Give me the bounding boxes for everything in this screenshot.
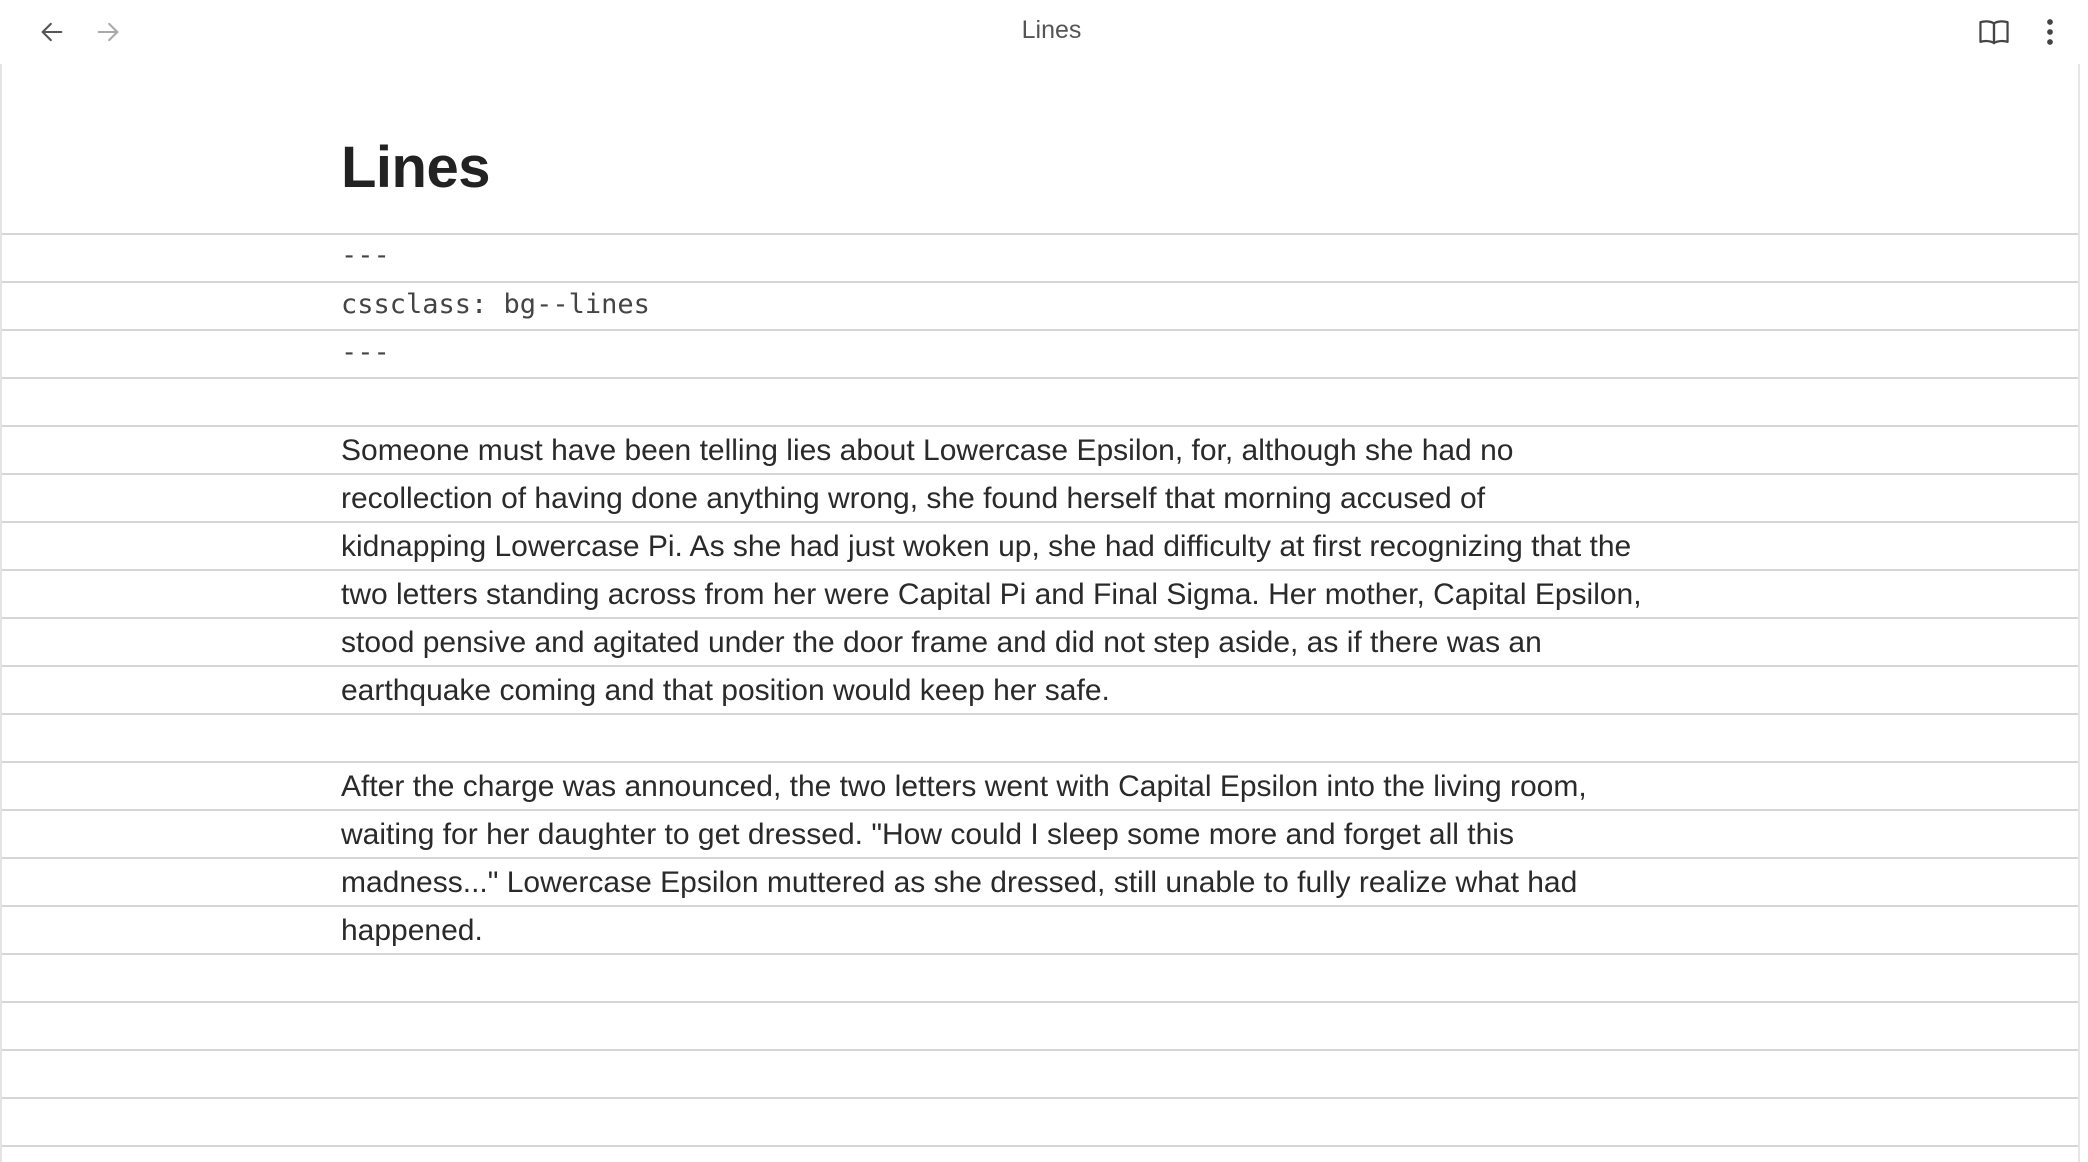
- rule-line: [2, 329, 2078, 331]
- paragraph-2-line[interactable]: madness..." Lowercase Epsilon muttered a…: [341, 866, 1577, 900]
- rule-line: [2, 809, 2078, 811]
- reading-view-button[interactable]: [1972, 12, 2016, 52]
- rule-line: [2, 233, 2078, 235]
- rule-line: [2, 713, 2078, 715]
- title-bar: Lines: [0, 0, 2088, 64]
- scrollbar-track[interactable]: [2078, 64, 2088, 1162]
- editor-pane[interactable]: Lines --- cssclass: bg--lines --- Someon…: [0, 64, 2078, 1162]
- frontmatter-cssclass[interactable]: cssclass: bg--lines: [341, 289, 650, 320]
- rule-line: [2, 1145, 2078, 1147]
- rule-line: [2, 473, 2078, 475]
- rule-line: [2, 617, 2078, 619]
- rule-line: [2, 281, 2078, 283]
- rule-line: [2, 905, 2078, 907]
- book-open-icon: [1979, 20, 2009, 45]
- paragraph-2-line[interactable]: happened.: [341, 914, 483, 948]
- rule-line: [2, 1049, 2078, 1051]
- rule-line: [2, 521, 2078, 523]
- rule-line: [2, 1097, 2078, 1099]
- rule-line: [2, 953, 2078, 955]
- rule-line: [2, 857, 2078, 859]
- rule-line: [2, 377, 2078, 379]
- paragraph-2-line[interactable]: After the charge was announced, the two …: [341, 770, 1587, 804]
- paragraph-1-line[interactable]: earthquake coming and that position woul…: [341, 674, 1110, 708]
- rule-line: [2, 665, 2078, 667]
- frontmatter-delimiter[interactable]: ---: [341, 337, 390, 368]
- view-title: Lines: [1021, 16, 1082, 44]
- paragraph-1-line[interactable]: stood pensive and agitated under the doo…: [341, 626, 1542, 660]
- paragraph-2-line[interactable]: waiting for her daughter to get dressed.…: [341, 818, 1514, 852]
- paragraph-1-line[interactable]: Someone must have been telling lies abou…: [341, 434, 1513, 468]
- more-vertical-icon: [2047, 19, 2053, 45]
- rule-line: [2, 425, 2078, 427]
- frontmatter-delimiter[interactable]: ---: [341, 240, 390, 271]
- rule-line: [2, 1001, 2078, 1003]
- paragraph-1-line[interactable]: two letters standing across from her wer…: [341, 578, 1642, 612]
- rule-line: [2, 569, 2078, 571]
- paragraph-1-line[interactable]: recollection of having done anything wro…: [341, 482, 1485, 516]
- paragraph-1-line[interactable]: kidnapping Lowercase Pi. As she had just…: [341, 530, 1631, 564]
- note-title[interactable]: Lines: [341, 134, 491, 201]
- rule-line: [2, 761, 2078, 763]
- more-options-button[interactable]: [2032, 12, 2068, 52]
